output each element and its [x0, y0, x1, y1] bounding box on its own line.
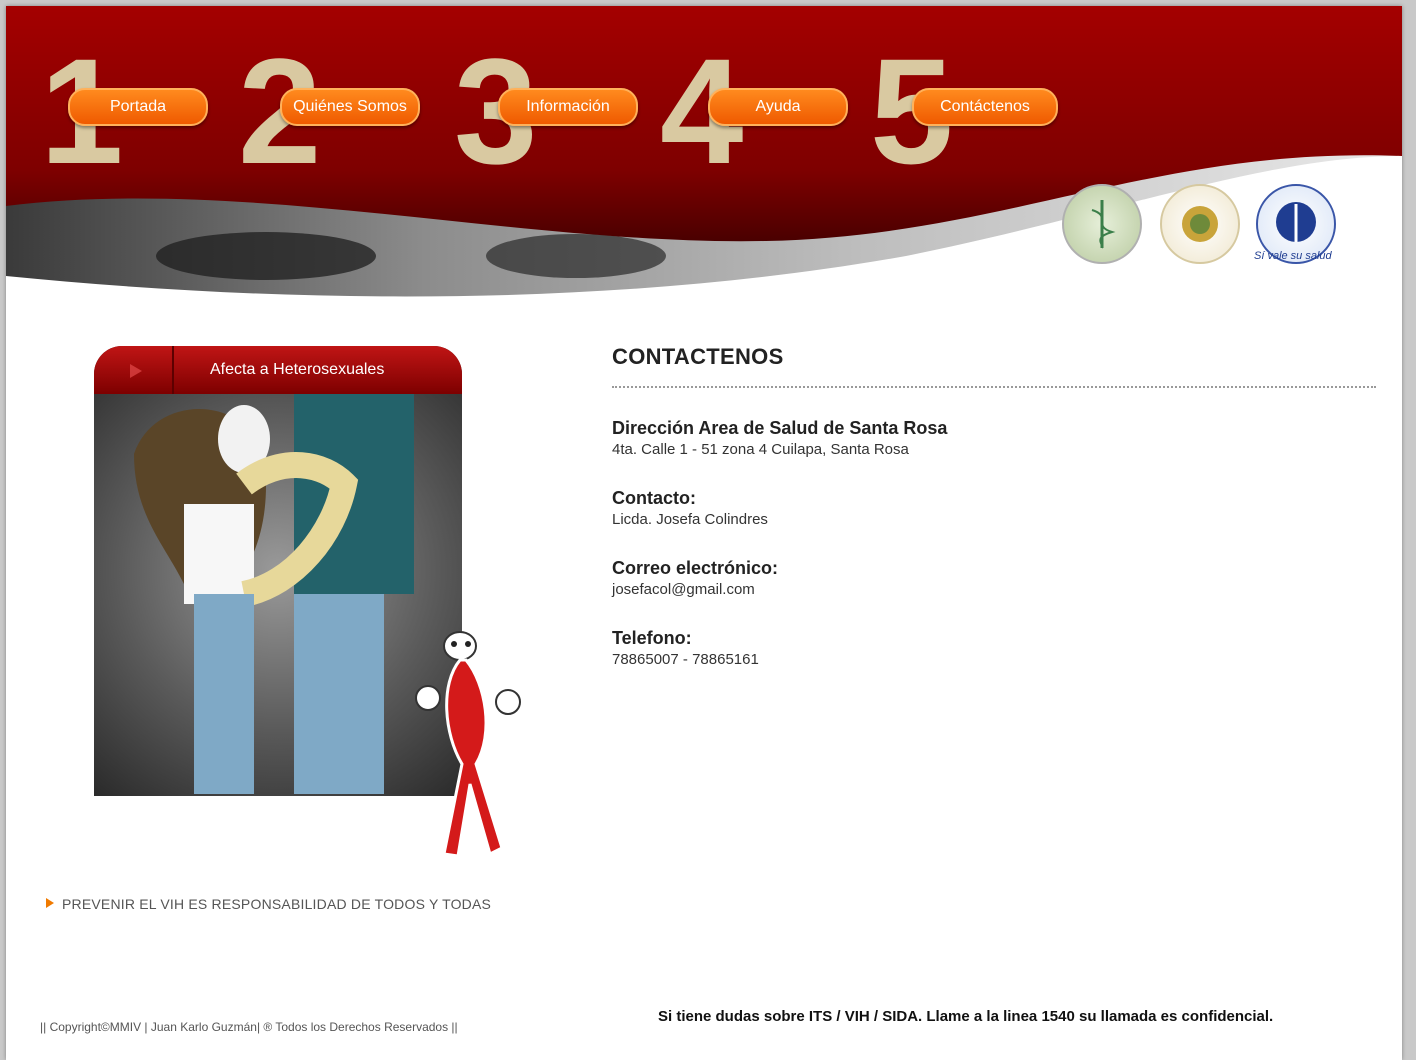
slogan-text: PREVENIR EL VIH ES RESPONSABILIDAD DE TO…	[62, 896, 492, 912]
contact-person: Contacto: Licda. Josefa Colindres	[612, 488, 1376, 528]
title-divider	[612, 386, 1376, 388]
card-title: Afecta a Heterosexuales	[210, 361, 385, 378]
caduceus-icon	[1091, 200, 1116, 249]
play-arrow-icon	[130, 364, 142, 378]
health-seal-logo	[1062, 184, 1142, 264]
nav-button-contactenos[interactable]: Contáctenos	[912, 88, 1058, 126]
contact-section: CONTACTENOS Dirección Area de Salud de S…	[612, 344, 1376, 668]
footer-copyright: || Copyright©MMIV | Juan Karlo Guzmán| ®…	[40, 1020, 458, 1034]
campaign-card[interactable]: Afecta a Heterosexuales	[94, 346, 462, 796]
address-label: Dirección Area de Salud de Santa Rosa	[612, 418, 948, 438]
phone-label: Telefono:	[612, 628, 692, 648]
face-eye-left	[156, 232, 376, 280]
address-value: 4ta. Calle 1 - 51 zona 4 Cuilapa, Santa …	[612, 441, 909, 458]
face-eye-right	[486, 234, 666, 278]
contact-label: Contacto:	[612, 488, 696, 508]
nav-button-portada[interactable]: Portada	[68, 88, 208, 126]
main-navigation: 1 Portada 2 Quiénes Somos 3 Información …	[6, 6, 1402, 186]
prevention-slogan: PREVENIR EL VIH ES RESPONSABILIDAD DE TO…	[46, 896, 491, 912]
email-value[interactable]: josefacol@gmail.com	[612, 581, 1376, 598]
phone-value: 78865007 - 78865161	[612, 651, 759, 668]
card-header: Afecta a Heterosexuales	[94, 346, 462, 394]
contact-phone: Telefono: 78865007 - 78865161	[612, 628, 1376, 668]
coat-of-arms-icon	[1182, 206, 1218, 242]
ministry-logo-text: Sí vale su salud	[1254, 250, 1332, 262]
contact-email: Correo electrónico: josefacol@gmail.com	[612, 558, 1376, 598]
couple-illustration	[134, 394, 414, 794]
government-seal-logo	[1160, 184, 1240, 264]
contact-value: Licda. Josefa Colindres	[612, 511, 768, 528]
footer-hotline: Si tiene dudas sobre ITS / VIH / SIDA. L…	[658, 1008, 1274, 1025]
nav-button-informacion[interactable]: Información	[498, 88, 638, 126]
nav-button-quienes-somos[interactable]: Quiénes Somos	[280, 88, 420, 126]
email-label: Correo electrónico:	[612, 558, 779, 578]
contact-address: Dirección Area de Salud de Santa Rosa 4t…	[612, 418, 1376, 458]
page-frame: 1 Portada 2 Quiénes Somos 3 Información …	[6, 6, 1402, 1060]
bullet-arrow-icon	[46, 898, 54, 908]
nav-button-ayuda[interactable]: Ayuda	[708, 88, 848, 126]
header-banner: 1 Portada 2 Quiénes Somos 3 Información …	[6, 6, 1402, 316]
ribbon-mascot-icon	[415, 631, 521, 858]
page-title: CONTACTENOS	[612, 344, 784, 369]
